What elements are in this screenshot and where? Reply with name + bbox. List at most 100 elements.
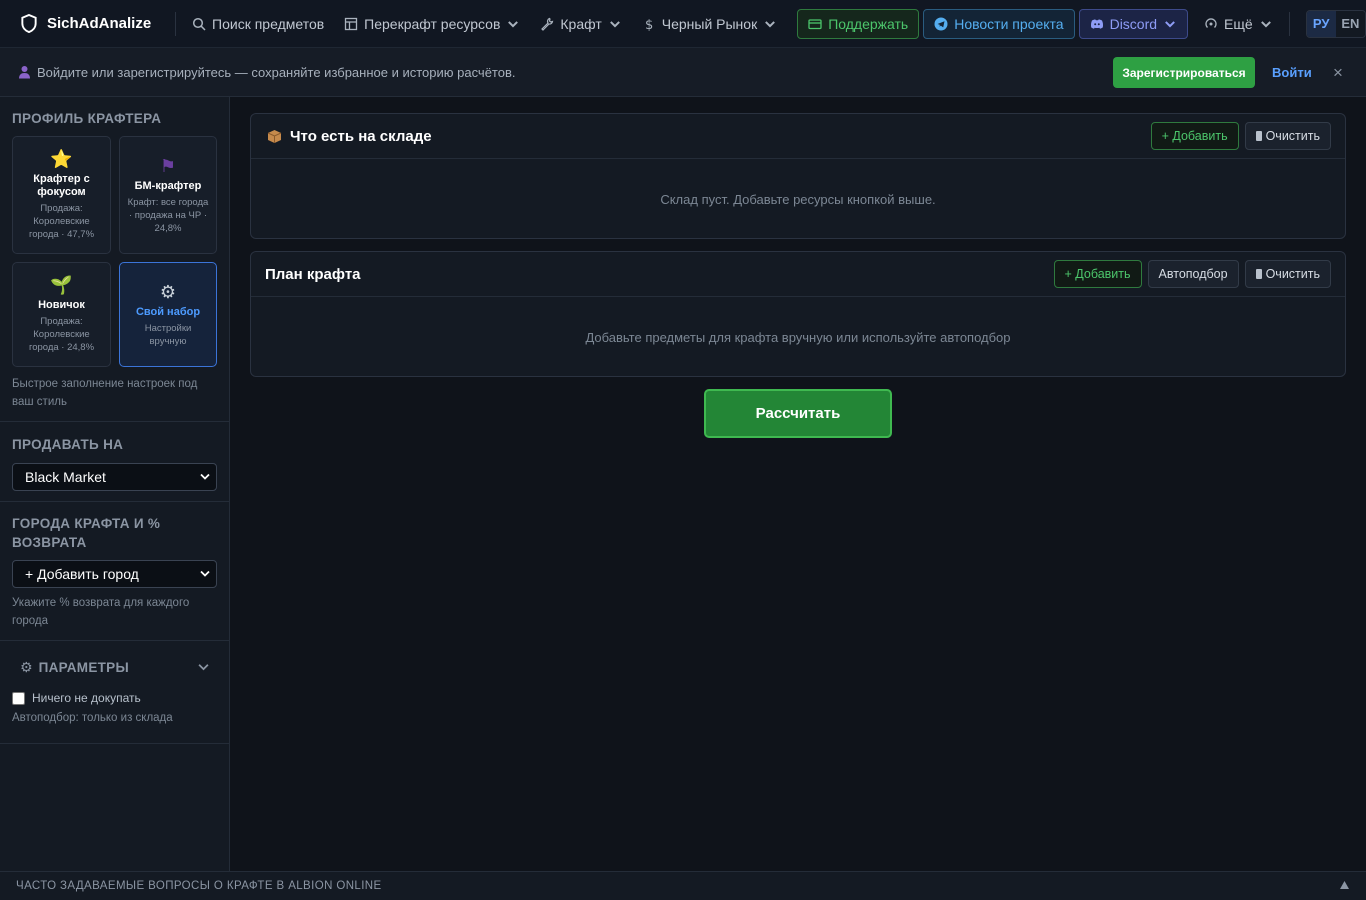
user-icon bbox=[19, 66, 30, 79]
gear-icon: ⚙ bbox=[159, 281, 177, 302]
profile-card-custom[interactable]: ⚙ Свой набор Настройки вручную bbox=[119, 262, 217, 367]
button-label: Очистить bbox=[1265, 129, 1320, 143]
panel-header: Что есть на складе + Добавить Очистить bbox=[251, 114, 1345, 159]
svg-text:$: $ bbox=[645, 18, 653, 31]
brand-logo[interactable]: SichAdAnalize bbox=[20, 14, 151, 33]
stock-title: Что есть на складе bbox=[290, 127, 432, 145]
nav-recraft[interactable]: Перекрафт ресурсов bbox=[334, 9, 530, 39]
panel-actions: + Добавить Очистить bbox=[1150, 122, 1331, 150]
trash-icon bbox=[1255, 269, 1262, 279]
nav-black-market[interactable]: $ Черный Рынок bbox=[632, 9, 787, 39]
flag-icon: ⚑ bbox=[159, 155, 177, 176]
checkbox-label: Ничего не докупать bbox=[32, 691, 141, 705]
profile-title: Новичок bbox=[38, 299, 85, 311]
button-label: Очистить bbox=[1265, 267, 1320, 281]
nav-black-market-label: Черный Рынок bbox=[661, 15, 758, 32]
discord-label: Discord bbox=[1109, 15, 1158, 32]
sell-on-section: ПРОДАВАТЬ НА Black Market bbox=[0, 422, 229, 502]
shield-icon bbox=[21, 14, 37, 33]
chevron-down-icon bbox=[200, 473, 210, 480]
chevron-down-icon bbox=[198, 663, 209, 670]
nav-craft[interactable]: Крафт bbox=[530, 9, 631, 39]
profile-desc: Продажа: Королевские города · 47,7% bbox=[28, 203, 95, 240]
profile-card-newbie[interactable]: 🌱 Новичок Продажа: Королевские города · … bbox=[12, 262, 111, 367]
no-buy-checkbox[interactable] bbox=[12, 691, 25, 705]
stock-panel: Что есть на складе + Добавить Очистить С… bbox=[250, 113, 1346, 239]
broadcast-icon bbox=[1205, 17, 1217, 28]
chevron-down-icon bbox=[1165, 20, 1175, 27]
no-buy-option[interactable]: Ничего не докупать bbox=[12, 691, 217, 705]
chevron-down-icon bbox=[765, 20, 776, 27]
discord-icon bbox=[1090, 19, 1103, 29]
profile-title: Крафтер с фокусом bbox=[33, 173, 90, 198]
profile-card-focus[interactable]: ⭐ Крафтер с фокусом Продажа: Королевские… bbox=[12, 136, 111, 254]
telegram-icon bbox=[934, 17, 948, 30]
dollar-icon: $ bbox=[645, 18, 653, 31]
language-switcher: РУ EN bbox=[1305, 9, 1366, 38]
chevron-up-icon bbox=[1340, 881, 1349, 889]
profile-grid: ⭐ Крафтер с фокусом Продажа: Королевские… bbox=[12, 136, 217, 367]
faq-bar[interactable]: ЧАСТО ЗАДАВАЕМЫЕ ВОПРОСЫ О КРАФТЕ В ALBI… bbox=[0, 871, 1366, 900]
nav-more-label: Ещё bbox=[1224, 15, 1253, 32]
add-city-select[interactable]: + Добавить город bbox=[12, 560, 217, 588]
nav-search-label: Поиск предметов bbox=[212, 15, 325, 32]
section-title: ПРОДАВАТЬ НА bbox=[12, 437, 124, 452]
autopick-button[interactable]: Автоподбор bbox=[1147, 260, 1239, 288]
lang-en-button[interactable]: EN bbox=[1335, 10, 1365, 37]
profile-desc: Крафт: все города · продажа на ЧР · 24,8… bbox=[127, 196, 209, 234]
plan-empty-message: Добавьте предметы для крафта вручную или… bbox=[585, 329, 1011, 345]
search-icon bbox=[192, 17, 206, 31]
card-icon bbox=[808, 18, 822, 29]
profile-card-bm[interactable]: ⚑ БМ-крафтер Крафт: все города · продажа… bbox=[119, 136, 217, 254]
sell-market-select[interactable]: Black Market bbox=[12, 463, 217, 491]
nav-recraft-label: Перекрафт ресурсов bbox=[364, 15, 501, 32]
section-title: ПРОФИЛЬ КРАФТЕРА bbox=[12, 111, 162, 126]
divider bbox=[175, 11, 177, 36]
nav-search-items[interactable]: Поиск предметов bbox=[182, 9, 334, 39]
chevron-down-icon bbox=[200, 570, 210, 577]
autopick-hint: Автоподбор: только из склада bbox=[12, 712, 173, 724]
params-toggle[interactable]: ⚙ ПАРАМЕТРЫ bbox=[12, 651, 217, 683]
top-nav: SichAdAnalize Поиск предметов Перекрафт … bbox=[0, 0, 1366, 48]
panel-actions: + Добавить Автоподбор Очистить bbox=[1053, 260, 1331, 288]
faq-label: ЧАСТО ЗАДАВАЕМЫЕ ВОПРОСЫ О КРАФТЕ В ALBI… bbox=[16, 880, 382, 892]
craft-cities-section: ГОРОДА КРАФТА И % ВОЗВРАТА + Добавить го… bbox=[0, 502, 229, 641]
panel-title: План крафта bbox=[265, 265, 361, 283]
profile-desc: Продажа: Королевские города · 24,8% bbox=[28, 316, 95, 353]
news-button[interactable]: Новости проекта bbox=[923, 8, 1075, 39]
gear-icon: ⚙ bbox=[20, 658, 33, 675]
discord-button[interactable]: Discord bbox=[1078, 8, 1189, 39]
close-icon[interactable]: × bbox=[1333, 63, 1343, 83]
add-plan-button[interactable]: + Добавить bbox=[1053, 260, 1142, 288]
chevron-down-icon bbox=[1260, 20, 1271, 27]
section-title: ГОРОДА КРАФТА И % ВОЗВРАТА bbox=[12, 516, 161, 550]
clear-stock-button[interactable]: Очистить bbox=[1244, 122, 1331, 150]
nav-more[interactable]: Ещё bbox=[1194, 9, 1283, 39]
sidebar: ПРОФИЛЬ КРАФТЕРА ⭐ Крафтер с фокусом Про… bbox=[0, 97, 230, 871]
package-icon bbox=[267, 129, 282, 143]
wrench-icon bbox=[541, 17, 554, 31]
login-link[interactable]: Войти bbox=[1272, 65, 1312, 80]
params-section: ⚙ ПАРАМЕТРЫ Ничего не докупать Автоподбо… bbox=[0, 641, 229, 744]
cities-hint: Укажите % возврата для каждого города bbox=[12, 597, 190, 627]
support-button[interactable]: Поддержать bbox=[797, 8, 920, 39]
profile-desc: Настройки вручную bbox=[144, 322, 192, 347]
section-title: ПАРАМЕТРЫ bbox=[38, 659, 129, 675]
banner-message: Войдите или зарегистрируйтесь — сохраняй… bbox=[18, 65, 516, 80]
calculate-button[interactable]: Рассчитать bbox=[704, 389, 892, 438]
trash-icon bbox=[1255, 131, 1262, 141]
register-button[interactable]: Зарегистрироваться bbox=[1113, 57, 1255, 88]
clear-plan-button[interactable]: Очистить bbox=[1244, 260, 1331, 288]
panel-header: План крафта + Добавить Автоподбор Очисти… bbox=[251, 252, 1345, 297]
add-stock-button[interactable]: + Добавить bbox=[1150, 122, 1239, 150]
support-label: Поддержать bbox=[828, 15, 909, 32]
banner-text: Войдите или зарегистрируйтесь — сохраняй… bbox=[37, 64, 516, 80]
lang-ru-button[interactable]: РУ bbox=[1306, 10, 1336, 37]
chevron-down-icon bbox=[508, 20, 519, 27]
divider bbox=[1288, 11, 1290, 36]
news-label: Новости проекта bbox=[954, 15, 1064, 32]
star-icon: ⭐ bbox=[50, 149, 73, 169]
craft-plan-panel: План крафта + Добавить Автоподбор Очисти… bbox=[250, 251, 1346, 377]
chevron-down-icon bbox=[609, 20, 620, 27]
brand-name: SichAdAnalize bbox=[47, 15, 152, 32]
